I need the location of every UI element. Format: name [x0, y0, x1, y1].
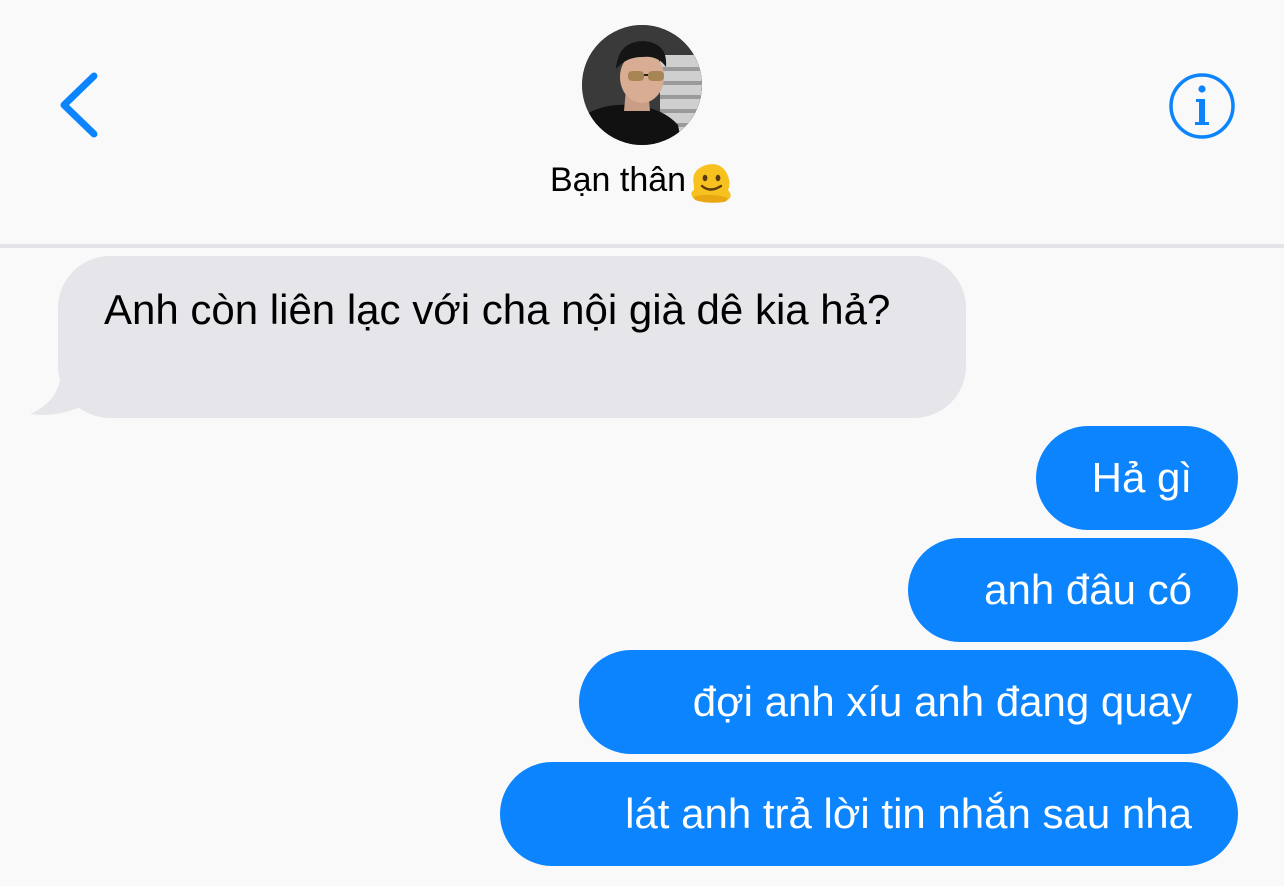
outgoing-message-bubble[interactable]: Hả gì	[1036, 426, 1238, 530]
avatar-photo	[582, 25, 702, 145]
melting-face-emoji	[691, 164, 731, 203]
info-circle-icon	[1169, 73, 1235, 139]
outgoing-message-bubble[interactable]: đợi anh xíu anh đang quay	[579, 650, 1238, 754]
outgoing-message-bubble[interactable]: anh đâu có	[908, 538, 1238, 642]
incoming-message-bubble[interactable]: Anh còn liên lạc với cha nội già dê kia …	[58, 256, 966, 418]
contact-name[interactable]: Bạn thân	[0, 158, 1284, 204]
header-divider	[0, 244, 1284, 248]
conversation-header: Bạn thân	[0, 0, 1284, 244]
messages-screen: Bạn thân Anh còn liên lạc với cha nội gi…	[0, 0, 1284, 886]
contact-avatar[interactable]	[582, 25, 702, 145]
message-text: đợi anh xíu anh đang quay	[692, 678, 1192, 725]
info-button[interactable]	[1168, 72, 1236, 140]
message-text: Anh còn liên lạc với cha nội già dê kia …	[104, 286, 891, 333]
chevron-left-icon	[60, 72, 98, 138]
message-text: anh đâu có	[984, 566, 1192, 613]
back-button[interactable]	[52, 68, 108, 142]
outgoing-message-bubble[interactable]: lát anh trả lời tin nhắn sau nha	[500, 762, 1238, 866]
message-text: Hả gì	[1091, 454, 1192, 501]
message-text: lát anh trả lời tin nhắn sau nha	[625, 790, 1192, 837]
contact-name-label: Bạn thân	[549, 161, 687, 199]
